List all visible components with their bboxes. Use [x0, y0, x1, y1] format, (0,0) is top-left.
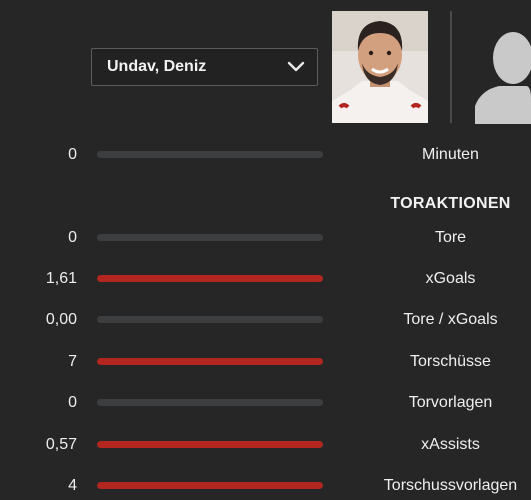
stat-bar: [97, 399, 323, 406]
stat-value: 1,61: [45, 270, 77, 287]
stat-row-minuten: 0 Minuten: [0, 142, 531, 168]
stat-value: 0: [68, 146, 77, 163]
stat-bar: [97, 358, 323, 365]
player-select-value: Undav, Deniz: [107, 58, 207, 75]
stat-bar: [97, 441, 323, 448]
stat-value: 4: [68, 477, 77, 494]
stat-label: xGoals: [425, 270, 476, 287]
stat-bar-fill: [97, 358, 323, 365]
chevron-down-icon: [287, 61, 305, 72]
stat-label: Tore / xGoals: [403, 311, 498, 328]
stat-label: Torvorlagen: [408, 394, 493, 411]
stat-row-tore: 0 Tore: [0, 225, 531, 251]
column-divider: [450, 11, 452, 123]
stat-bar-fill: [97, 275, 323, 282]
stat-bar-fill: [97, 482, 323, 489]
stat-value: 7: [68, 353, 77, 370]
stat-value: 0: [68, 229, 77, 246]
player-photo: [332, 11, 428, 123]
stat-value: 0,00: [45, 311, 77, 328]
section-title: TORAKTIONEN: [390, 195, 511, 212]
stat-row-torschussvorlagen: 4 Torschussvorlagen: [0, 473, 531, 499]
stat-label: xAssists: [421, 436, 480, 453]
stat-bar: [97, 275, 323, 282]
stat-row-torvorlagen: 0 Torvorlagen: [0, 390, 531, 416]
player-placeholder-icon[interactable]: [475, 28, 531, 124]
stat-bar: [97, 151, 323, 158]
stat-bar-fill: [97, 441, 323, 448]
stat-value: 0: [68, 394, 77, 411]
stat-row-tore-per-xgoals: 0,00 Tore / xGoals: [0, 307, 531, 333]
player-select-dropdown[interactable]: Undav, Deniz: [91, 48, 318, 86]
stat-label: Torschussvorlagen: [383, 477, 518, 494]
stat-row-xgoals: 1,61 xGoals: [0, 266, 531, 292]
stat-label: Tore: [434, 229, 467, 246]
stat-row-xassists: 0,57 xAssists: [0, 432, 531, 458]
stat-label: Torschüsse: [410, 353, 491, 370]
stat-bar: [97, 482, 323, 489]
stat-label: Minuten: [422, 146, 479, 163]
stat-bar: [97, 316, 323, 323]
stat-value: 0,57: [45, 436, 77, 453]
stat-bar: [97, 234, 323, 241]
stat-row-torschuesse: 7 Torschüsse: [0, 349, 531, 375]
